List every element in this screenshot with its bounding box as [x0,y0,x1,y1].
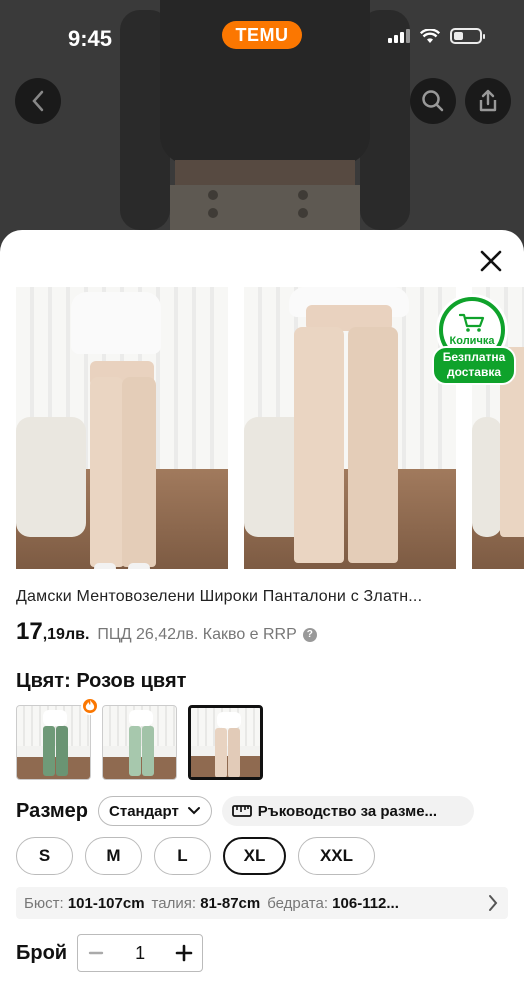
color-label: Цвят: Розов цвят [16,670,187,692]
size-standard-dropdown[interactable]: Стандарт [98,796,212,826]
share-icon [479,89,497,112]
cart-free-shipping-badge[interactable]: Количка Безплатна доставка [432,294,516,385]
size-option-s[interactable]: S [16,837,73,875]
ruler-icon [231,805,252,817]
color-swatches [16,705,263,780]
size-measurements[interactable]: Бюст: 101-107cm талия: 81-87cm бедрата: … [16,887,508,919]
size-guide-button[interactable]: Ръководство за разме... [221,796,474,826]
free-shipping-label: Безплатна доставка [432,346,516,385]
decrease-button[interactable] [78,935,114,971]
size-standard-value: Стандарт [109,802,179,820]
size-option-xxl[interactable]: XXL [298,837,375,875]
quantity-value[interactable]: 1 [114,943,166,964]
product-photo-front[interactable] [16,287,228,569]
background-product-page: 9:45 TEMU [0,0,524,260]
size-label: Размер [16,799,89,822]
status-time: 9:45 [68,26,113,51]
hot-badge [81,697,99,715]
temu-logo: TEMU [222,21,302,49]
help-icon[interactable]: ? [302,628,317,642]
search-icon [422,90,444,112]
size-option-m[interactable]: M [85,837,142,875]
status-icons [388,28,485,44]
back-button[interactable] [15,78,61,124]
increase-button[interactable] [166,935,202,971]
fire-icon [85,700,95,711]
color-swatch-pink[interactable] [188,705,263,780]
quantity-stepper: 1 [77,934,204,972]
quantity-label: Брой [16,941,68,964]
price-integer: 17 [16,618,43,645]
plus-icon [175,944,193,962]
product-photo-back[interactable] [244,287,456,569]
sku-bottom-sheet: Количка Безплатна доставка Дамски Ментов… [0,230,524,999]
color-swatch-mint[interactable] [102,705,177,780]
chevron-down-icon [187,807,200,815]
rrp-text[interactable]: ПЦД 26,42лв. Какво е RRP [97,626,296,644]
battery-icon [450,28,485,44]
size-options: S M L XL XXL [16,837,375,875]
chevron-right-icon [489,895,498,911]
minus-icon [88,951,104,955]
cart-icon [459,313,485,332]
size-option-xl[interactable]: XL [223,837,286,875]
product-title: Дамски Ментовозелени Широки Панталони с … [16,588,423,605]
size-option-l[interactable]: L [154,837,211,875]
size-guide-label: Ръководство за разме... [257,802,438,820]
quantity-row: Брой 1 [16,934,204,972]
search-button[interactable] [410,78,456,124]
wifi-icon [420,28,440,43]
signal-icon [388,29,410,43]
size-row: Размер Стандарт Ръководство за разме... [16,796,474,826]
color-swatch-green[interactable] [16,705,91,780]
price-decimal: ,19лв. [42,626,90,643]
price-row: 17 ,19лв. ПЦД 26,42лв. Какво е RRP ? [16,618,317,646]
close-icon[interactable] [478,248,504,274]
chevron-left-icon [32,90,44,112]
share-button[interactable] [465,78,511,124]
